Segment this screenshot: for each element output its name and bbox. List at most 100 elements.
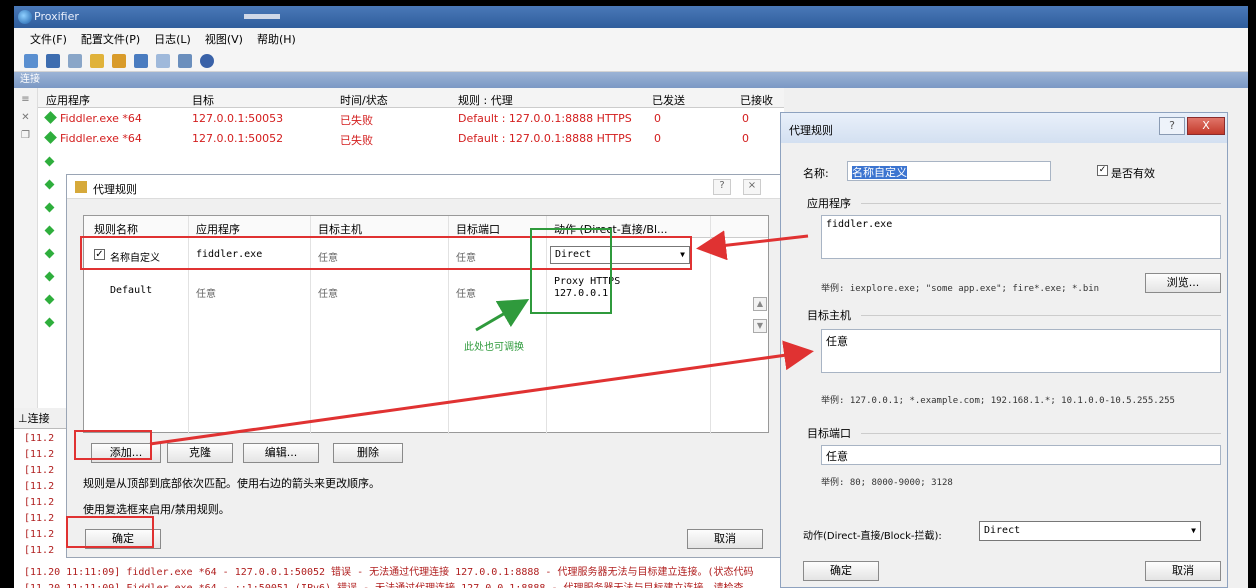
col-time-status[interactable]: 时间/状态 xyxy=(340,92,388,108)
list-icon[interactable]: ≡ xyxy=(20,94,32,106)
move-down-button[interactable]: ▼ xyxy=(753,319,767,333)
window-title: Proxifier xyxy=(34,10,79,23)
connection-row[interactable]: Fiddler.exe *64 127.0.0.1:50053 已失败 Defa… xyxy=(38,108,784,128)
col-received[interactable]: 已接收 xyxy=(740,92,773,108)
rule-name-value: 名称自定义 xyxy=(852,166,907,179)
log-prefix: [11.2 xyxy=(24,433,55,444)
status-dot-icon xyxy=(44,317,55,328)
title-bar: Proxifier xyxy=(14,6,1248,28)
proxifier-app-icon xyxy=(18,10,32,24)
rule-port: 任意 xyxy=(456,289,476,300)
rules-dialog-title: 代理规则 xyxy=(93,183,137,196)
rule-row-default[interactable]: Default 任意 任意 任意 Proxy HTTPS 127.0.0.1 xyxy=(84,276,770,316)
menu-help[interactable]: 帮助(H) xyxy=(257,31,296,47)
tools-icon[interactable] xyxy=(178,53,192,68)
col-application[interactable]: 应用程序 xyxy=(46,92,90,108)
conn-rule: Default : 127.0.0.1:8888 HTTPS xyxy=(458,112,632,125)
rule-host: 任意 xyxy=(318,289,338,300)
col-rule-name[interactable]: 规则名称 xyxy=(94,221,138,237)
help-button[interactable]: ? xyxy=(1159,117,1185,135)
menu-bar: 文件(F) 配置文件(P) 日志(L) 视图(V) 帮助(H) xyxy=(14,28,1248,50)
rules-checkbox-help: 使用复选框来启用/禁用规则。 xyxy=(83,503,230,516)
rules-table-header: 规则名称 应用程序 目标主机 目标端口 动作 (Direct-直接/Bl... xyxy=(84,216,768,238)
close-connection-icon[interactable]: ✕ xyxy=(20,112,32,124)
status-dot-icon xyxy=(44,294,55,305)
chevron-down-icon: ▼ xyxy=(1191,526,1196,535)
group-divider xyxy=(861,203,1221,204)
log-prefix: [11.2 xyxy=(24,545,55,556)
status-dot-icon xyxy=(44,271,55,282)
redacted-bar xyxy=(244,14,280,19)
delete-rule-button[interactable]: 删除 xyxy=(333,443,403,463)
move-up-button[interactable]: ▲ xyxy=(753,297,767,311)
target-port-input[interactable]: 任意 xyxy=(821,445,1221,465)
conn-rule: Default : 127.0.0.1:8888 HTTPS xyxy=(458,132,632,145)
conn-received: 0 xyxy=(742,112,749,125)
close-button[interactable]: × xyxy=(743,179,761,195)
annotation-swap-note: 此处也可调换 xyxy=(464,342,524,353)
group-divider xyxy=(861,433,1221,434)
help-button[interactable]: ? xyxy=(713,179,731,195)
col-application[interactable]: 应用程序 xyxy=(196,221,240,237)
log-tab-label: 连接 xyxy=(27,412,50,425)
action-select[interactable]: Direct ▼ xyxy=(979,521,1201,541)
help-icon[interactable] xyxy=(200,53,214,68)
enabled-checkbox[interactable]: ✓ xyxy=(1097,165,1108,176)
advanced-icon[interactable] xyxy=(156,53,170,68)
log-prefix: [11.2 xyxy=(24,465,55,476)
rule-name-field[interactable]: 名称自定义 xyxy=(847,161,1051,181)
menu-log[interactable]: 日志(L) xyxy=(154,31,191,47)
target-port-group-label: 目标端口 xyxy=(807,427,851,440)
menu-view[interactable]: 视图(V) xyxy=(205,31,243,47)
annotation-add-highlight xyxy=(74,430,152,460)
proxy-servers-icon[interactable] xyxy=(90,53,104,68)
application-input[interactable]: fiddler.exe xyxy=(821,215,1221,259)
proxy-rules-dialog: 代理规则 ? × 规则名称 应用程序 目标主机 目标端口 动作 (Direct-… xyxy=(66,174,782,558)
col-sent[interactable]: 已发送 xyxy=(652,92,685,108)
close-button[interactable]: X xyxy=(1187,117,1225,135)
name-label: 名称: xyxy=(803,167,829,180)
clone-rule-button[interactable]: 克隆 xyxy=(167,443,233,463)
new-profile-icon[interactable] xyxy=(24,53,38,68)
conn-received: 0 xyxy=(742,132,749,145)
edit-rule-dialog: 代理规则 ? X 名称: 名称自定义 ✓ 是否有效 应用程序 fiddler.e… xyxy=(780,112,1228,588)
proxification-rules-icon[interactable] xyxy=(112,53,126,68)
action-label: 动作(Direct-直接/Block-拦截): xyxy=(803,531,942,542)
conn-app: Fiddler.exe *64 xyxy=(60,132,142,145)
options-icon[interactable] xyxy=(68,53,82,68)
ok-button[interactable]: 确定 xyxy=(803,561,879,581)
conn-status: 已失败 xyxy=(340,134,373,147)
rule-app: 任意 xyxy=(196,289,216,300)
status-dot-icon xyxy=(44,202,55,213)
target-host-input[interactable]: 任意 xyxy=(821,329,1221,373)
action-value: Direct xyxy=(984,525,1021,536)
col-target[interactable]: 目标 xyxy=(192,92,214,108)
application-hint: 举例: iexplore.exe; "some app.exe"; fire*.… xyxy=(821,284,1100,294)
col-rule-proxy[interactable]: 规则 : 代理 xyxy=(458,92,513,108)
menu-file[interactable]: 文件(F) xyxy=(30,31,67,47)
menu-profile[interactable]: 配置文件(P) xyxy=(81,31,140,47)
name-resolution-icon[interactable] xyxy=(134,53,148,68)
edit-dialog-titlebar: 代理规则 ? X xyxy=(781,113,1227,143)
connection-row[interactable]: Fiddler.exe *64 127.0.0.1:50052 已失败 Defa… xyxy=(38,128,784,148)
edit-rule-button[interactable]: 编辑... xyxy=(243,443,319,463)
connection-bullets xyxy=(44,156,55,342)
cancel-button[interactable]: 取消 xyxy=(1145,561,1221,581)
rules-order-help: 规则是从顶部到底部依次匹配。使用右边的箭头来更改顺序。 xyxy=(83,477,380,490)
conn-app: Fiddler.exe *64 xyxy=(60,112,142,125)
connections-section-header: 连接 xyxy=(14,72,1248,88)
log-entry: [11.20 11:11:09] Fiddler.exe *64 - ::1:5… xyxy=(24,579,744,588)
col-target-host[interactable]: 目标主机 xyxy=(318,221,362,237)
target-port-hint: 举例: 80; 8000-9000; 3128 xyxy=(821,478,953,488)
enabled-label: 是否有效 xyxy=(1111,167,1155,180)
cancel-button[interactable]: 取消 xyxy=(687,529,763,549)
conn-sent: 0 xyxy=(654,112,661,125)
panel-side-icons: ≡ ✕ ❐ xyxy=(14,88,38,408)
save-profile-icon[interactable] xyxy=(46,53,60,68)
edit-dialog-title: 代理规则 xyxy=(789,124,833,137)
col-target-port[interactable]: 目标端口 xyxy=(456,221,500,237)
log-prefix: [11.2 xyxy=(24,529,55,540)
status-dot-icon xyxy=(44,179,55,190)
copy-icon[interactable]: ❐ xyxy=(20,130,32,142)
browse-button[interactable]: 浏览... xyxy=(1145,273,1221,293)
